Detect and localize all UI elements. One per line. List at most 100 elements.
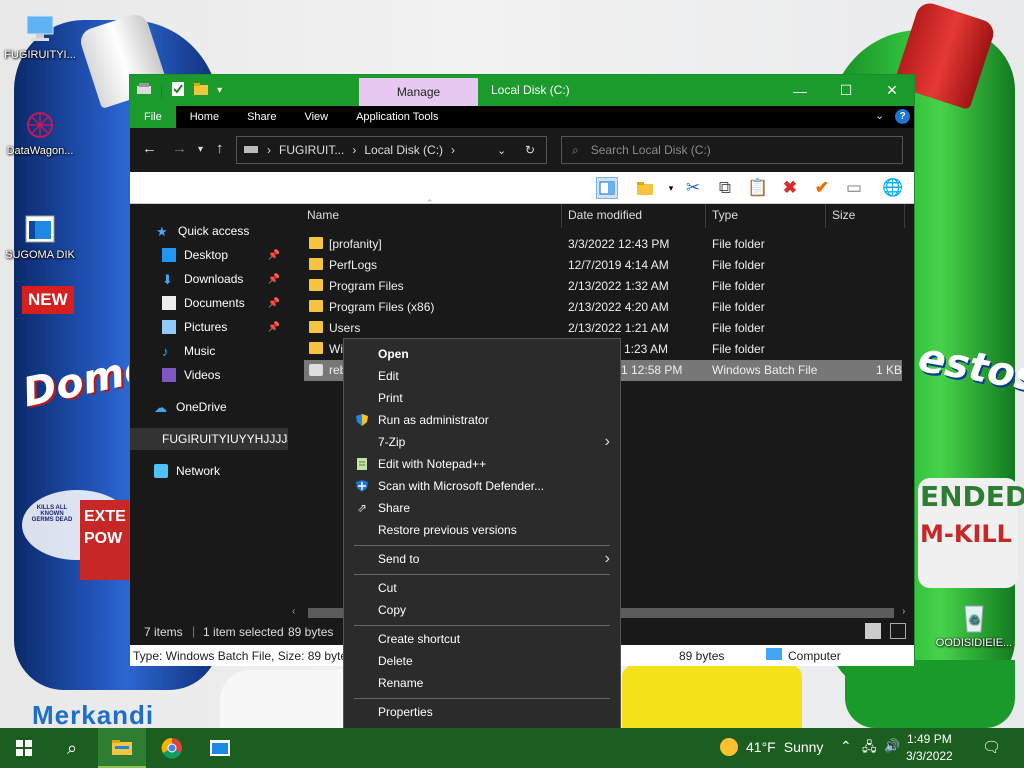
expand-ribbon-icon[interactable]: ⌄ <box>875 109 884 122</box>
tab-view[interactable]: View <box>290 106 342 128</box>
nav-documents[interactable]: Documents 📌 <box>162 292 288 314</box>
navigation-pane: ★ Quick access Desktop 📌 ⬇ Downloads 📌 Doc… <box>130 204 288 619</box>
details-pane-icon[interactable] <box>596 177 618 199</box>
nav-this-pc[interactable]: FUGIRUITYIUYYHJJJJJ <box>130 428 288 450</box>
menu-item-rename[interactable]: Rename <box>344 672 620 694</box>
tab-manage[interactable]: Manage <box>359 78 478 106</box>
menu-item-delete[interactable]: Delete <box>344 650 620 672</box>
chevron-right-icon[interactable]: › <box>352 143 356 157</box>
new-folder-icon[interactable] <box>193 82 209 99</box>
close-button[interactable]: ✕ <box>869 75 915 106</box>
menu-item-send-to[interactable]: Send to › <box>344 548 620 570</box>
nav-desktop[interactable]: Desktop 📌 <box>162 244 288 266</box>
scroll-left-icon[interactable]: ‹ <box>292 606 295 617</box>
taskbar-chrome[interactable] <box>148 728 196 768</box>
copy-icon[interactable]: ⧉ <box>714 177 736 199</box>
back-button[interactable]: ← <box>142 140 157 157</box>
notifications-icon[interactable]: 🗨 <box>982 738 1001 756</box>
menu-item-edit[interactable]: Edit <box>344 365 620 387</box>
search-input[interactable]: ⌕ Search Local Disk (C:) <box>561 136 903 164</box>
desktop-icon-sugoma[interactable]: SUGOMA DIK <box>0 212 80 261</box>
menu-item-7zip[interactable]: 7-Zip › <box>344 431 620 453</box>
menu-item-cut[interactable]: Cut <box>344 577 620 599</box>
menu-item-create-shortcut[interactable]: Create shortcut <box>344 628 620 650</box>
tab-share[interactable]: Share <box>233 106 290 128</box>
tab-file[interactable]: File <box>130 106 176 128</box>
menu-item-restore-versions[interactable]: Restore previous versions <box>344 519 620 541</box>
nav-videos[interactable]: Videos <box>162 364 220 386</box>
breadcrumb-pc[interactable]: FUGIRUIT... <box>279 143 344 157</box>
menu-item-print[interactable]: Print <box>344 387 620 409</box>
scroll-right-icon[interactable]: › <box>902 606 905 617</box>
new-item-dropdown-icon[interactable]: ▾ <box>660 177 682 199</box>
file-row[interactable]: PerfLogs 12/7/2019 4:14 AM File folder <box>288 255 902 276</box>
tab-home[interactable]: Home <box>176 106 233 128</box>
details-view-icon[interactable] <box>865 623 881 639</box>
title-bar[interactable]: | ▾ Manage Local Disk (C:) — ☐ ✕ <box>130 75 914 106</box>
desktop-icon-recycle-bin[interactable]: ♻ OODISIDIEIE... <box>934 600 1014 649</box>
column-name[interactable]: Name <box>307 208 339 222</box>
network-status-icon[interactable]: 🖧 <box>862 738 877 760</box>
chevron-right-icon[interactable]: › <box>267 143 271 157</box>
folder-icon <box>309 279 323 291</box>
menu-item-properties[interactable]: Properties <box>344 701 620 723</box>
column-size[interactable]: Size <box>832 208 855 222</box>
file-row[interactable]: Users 2/13/2022 1:21 AM File folder <box>288 318 902 339</box>
menu-item-share[interactable]: ⇗ Share <box>344 497 620 519</box>
rename-check-icon[interactable]: ✔ <box>811 177 833 199</box>
column-type[interactable]: Type <box>712 208 738 222</box>
start-button[interactable] <box>0 728 48 768</box>
up-button[interactable]: ↑ <box>216 140 224 157</box>
large-icons-view-icon[interactable] <box>890 623 906 639</box>
cut-icon[interactable]: ✂ <box>682 177 704 199</box>
nav-quick-access[interactable]: ★ Quick access <box>156 220 249 242</box>
menu-item-open[interactable]: Open <box>344 343 620 365</box>
search-taskbar-button[interactable]: ⌕ <box>48 728 96 768</box>
nav-network[interactable]: Network <box>154 460 220 482</box>
file-row[interactable]: Program Files (x86) 2/13/2022 4:20 AM Fi… <box>288 297 902 318</box>
chevron-right-icon[interactable]: › <box>451 143 455 157</box>
weather-widget[interactable]: 41°F Sunny <box>720 738 823 756</box>
customize-qat-icon[interactable]: ▾ <box>217 85 222 96</box>
recent-locations-icon[interactable]: ▾ <box>198 144 203 155</box>
nav-downloads[interactable]: ⬇ Downloads 📌 <box>162 268 288 290</box>
globe-icon[interactable]: 🌐 <box>882 177 904 199</box>
nav-music[interactable]: ♪ Music <box>162 340 215 362</box>
menu-item-defender-scan[interactable]: Scan with Microsoft Defender... <box>344 475 620 497</box>
forward-button[interactable]: → <box>172 140 187 157</box>
explorer-drive-icon[interactable] <box>136 82 152 99</box>
breadcrumb-local-disk[interactable]: Local Disk (C:) <box>364 143 443 157</box>
chevron-up-icon[interactable]: ⌃ <box>840 738 852 755</box>
menu-item-notepadpp[interactable]: Edit with Notepad++ <box>344 453 620 475</box>
address-bar[interactable]: › FUGIRUIT... › Local Disk (C:) › ⌄ ↻ <box>236 136 547 164</box>
videos-icon <box>162 368 176 382</box>
new-folder-toolbar-icon[interactable] <box>634 177 656 199</box>
delete-icon[interactable]: ✖ <box>779 177 801 199</box>
nav-pictures[interactable]: Pictures 📌 <box>162 316 288 338</box>
help-icon[interactable]: ? <box>895 109 910 124</box>
desktop-icon-this-pc[interactable]: FUGIRUITYI... <box>0 12 80 61</box>
taskbar-file-explorer[interactable] <box>98 728 146 768</box>
clock-date: 3/3/2022 <box>906 749 953 763</box>
volume-icon[interactable]: 🔊 <box>884 738 900 754</box>
file-row[interactable]: [profanity] 3/3/2022 12:43 PM File folde… <box>288 234 902 255</box>
minimize-button[interactable]: — <box>777 75 823 106</box>
computer-icon <box>766 648 782 660</box>
menu-item-run-as-admin[interactable]: Run as administrator <box>344 409 620 431</box>
tab-application-tools[interactable]: Application Tools <box>342 106 452 128</box>
address-row: ← → ▾ ↑ › FUGIRUIT... › Local Disk (C:) … <box>130 128 914 172</box>
properties-toolbar-icon[interactable]: ▭ <box>843 177 865 199</box>
nav-onedrive[interactable]: ☁ OneDrive <box>154 396 227 418</box>
maximize-button[interactable]: ☐ <box>823 75 869 106</box>
menu-item-copy[interactable]: Copy <box>344 599 620 621</box>
address-dropdown-icon[interactable]: ⌄ <box>497 144 506 157</box>
properties-icon[interactable] <box>171 81 185 100</box>
taskbar-app[interactable] <box>196 728 244 768</box>
paste-icon[interactable]: 📋 <box>747 177 769 199</box>
file-row[interactable]: Program Files 2/13/2022 1:32 AM File fol… <box>288 276 902 297</box>
desktop-icon-datawagon[interactable]: DataWagon... <box>0 108 80 157</box>
column-date-modified[interactable]: Date modified <box>568 208 642 222</box>
taskbar-clock[interactable]: 1:49 PM 3/3/2022 <box>906 731 953 765</box>
cloud-icon: ☁ <box>154 400 167 415</box>
refresh-icon[interactable]: ↻ <box>525 143 535 157</box>
